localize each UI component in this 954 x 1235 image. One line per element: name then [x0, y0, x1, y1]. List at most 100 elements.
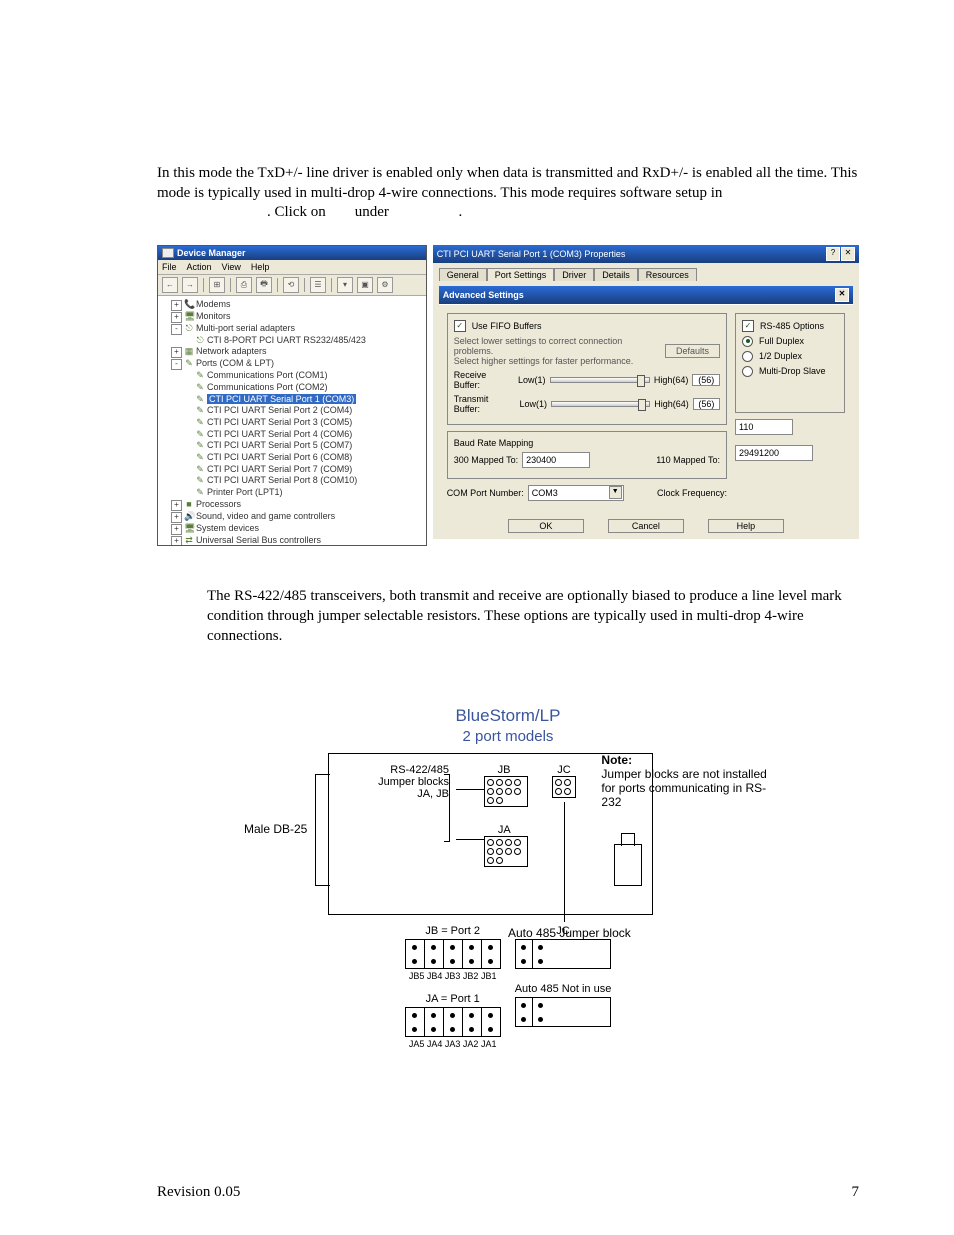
footer-page: 7: [852, 1184, 860, 1201]
tab-port-settings[interactable]: Port Settings: [487, 268, 555, 281]
tree-icon[interactable]: ⊞: [209, 277, 225, 293]
devmgr-menubar[interactable]: File Action View Help: [158, 260, 426, 275]
footer-revision: Revision 0.05: [157, 1184, 240, 1201]
map300-label: 300 Mapped To:: [454, 455, 518, 465]
props-body: General Port Settings Driver Details Res…: [433, 263, 859, 539]
tree-item[interactable]: ✎CTI PCI UART Serial Port 8 (COM10): [161, 475, 423, 487]
fifo-desc1: Select lower settings to correct connect…: [454, 336, 623, 356]
jb-label: JB: [498, 764, 511, 776]
print-icon[interactable]: 🖶: [256, 277, 272, 293]
tab-details[interactable]: Details: [594, 268, 638, 281]
jb-block: [484, 776, 528, 807]
clock-freq-label: Clock Frequency:: [657, 488, 727, 498]
clock-freq-input[interactable]: 29491200: [735, 445, 813, 461]
rs-jumper-label: RS-422/485 Jumper blocks JA, JB: [359, 764, 449, 800]
tree-item[interactable]: ⎋CTI 8-PORT PCI UART RS232/485/423: [161, 335, 423, 347]
multi-drop-slave-label: Multi-Drop Slave: [759, 366, 826, 376]
tree-item[interactable]: ✎CTI PCI UART Serial Port 5 (COM7): [161, 440, 423, 452]
use-fifo-label: Use FIFO Buffers: [472, 321, 542, 331]
menu-help[interactable]: Help: [251, 262, 270, 272]
tree-item[interactable]: +📞Modems: [161, 299, 423, 311]
receive-buffer-label: Receive Buffer:: [454, 370, 514, 390]
transmit-buffer-label: Transmit Buffer:: [454, 394, 516, 414]
receive-slider[interactable]: [550, 377, 650, 383]
advanced-titlebar: Advanced Settings ✕: [439, 286, 853, 304]
tx-low-label: Low(1): [519, 399, 547, 409]
use-fifo-checkbox[interactable]: ✓: [454, 320, 466, 332]
adv-close-icon[interactable]: ✕: [835, 288, 849, 302]
paragraph-mode: In this mode the TxD+/- line driver is e…: [157, 163, 859, 204]
scan-icon[interactable]: ☰: [310, 277, 326, 293]
tree-item[interactable]: +⇄Universal Serial Bus controllers: [161, 535, 423, 545]
tree-item[interactable]: ✎Printer Port (LPT1): [161, 487, 423, 499]
tree-item[interactable]: -⎋Multi-port serial adapters: [161, 323, 423, 335]
tb-icon-c[interactable]: ⚙: [377, 277, 393, 293]
rx-low-label: Low(1): [518, 375, 546, 385]
props-tabs[interactable]: General Port Settings Driver Details Res…: [439, 267, 853, 280]
full-duplex-radio[interactable]: [742, 336, 753, 347]
half-duplex-radio[interactable]: [742, 351, 753, 362]
tree-item[interactable]: +🔊Sound, video and game controllers: [161, 511, 423, 523]
tab-resources[interactable]: Resources: [638, 268, 697, 281]
tab-general[interactable]: General: [439, 268, 487, 281]
tb-icon-a[interactable]: ▾: [337, 277, 353, 293]
devmgr-toolbar: ← → ⊞ ⎙ 🖶 ⟲ ☰ ▾ ▣ ⚙: [158, 275, 426, 296]
transmit-slider[interactable]: [551, 401, 650, 407]
com-number-label: COM Port Number:: [447, 488, 524, 498]
baud-group-label: Baud Rate Mapping: [454, 438, 720, 448]
tree-item[interactable]: +🖥System devices: [161, 523, 423, 535]
full-duplex-label: Full Duplex: [759, 336, 804, 346]
tree-item[interactable]: ✎CTI PCI UART Serial Port 2 (COM4): [161, 405, 423, 417]
rs485-group-label: RS-485 Options: [760, 321, 824, 331]
ja-label: JA: [498, 824, 510, 836]
tree-item[interactable]: ✎CTI PCI UART Serial Port 7 (COM9): [161, 464, 423, 476]
help-button[interactable]: Help: [708, 519, 784, 533]
tab-driver[interactable]: Driver: [554, 268, 594, 281]
tree-item[interactable]: ✎Communications Port (COM1): [161, 370, 423, 382]
device-tree[interactable]: +📞Modems+🖥Monitors-⎋Multi-port serial ad…: [158, 296, 426, 545]
menu-action[interactable]: Action: [187, 262, 212, 272]
menu-view[interactable]: View: [222, 262, 241, 272]
tree-item[interactable]: +▦Network adapters: [161, 346, 423, 358]
tree-item[interactable]: ✎CTI PCI UART Serial Port 1 (COM3): [161, 394, 423, 406]
tree-item[interactable]: ✎CTI PCI UART Serial Port 4 (COM6): [161, 429, 423, 441]
rs485-options-checkbox[interactable]: ✓: [742, 320, 754, 332]
multi-drop-slave-radio[interactable]: [742, 366, 753, 377]
close-icon[interactable]: ✕: [841, 247, 855, 261]
db25-connector: [315, 774, 330, 886]
devmgr-icon: [162, 248, 174, 258]
jb-port2-group: JB = Port 2 JB5 JB4 JB3 JB2 JB1 JA = Por…: [405, 925, 501, 1049]
pcb-outline: Male DB-25 RS-422/485 Jumper blocks JA, …: [328, 753, 653, 915]
com-number-select[interactable]: COM3▼: [528, 485, 624, 501]
half-duplex-label: 1/2 Duplex: [759, 351, 802, 361]
device-manager-window: Device Manager File Action View Help ← →…: [157, 245, 427, 546]
advanced-body: ✓ Use FIFO Buffers Select lower settings…: [439, 304, 853, 513]
forward-button[interactable]: →: [182, 277, 198, 293]
help-button-icon[interactable]: ?: [826, 247, 840, 261]
tree-item[interactable]: +🖥Monitors: [161, 311, 423, 323]
screenshots-row: Device Manager File Action View Help ← →…: [157, 245, 859, 546]
refresh-icon[interactable]: ⟲: [283, 277, 299, 293]
tree-item[interactable]: ✎Communications Port (COM2): [161, 382, 423, 394]
edge-connector: [614, 844, 642, 886]
tb-icon-b[interactable]: ▣: [357, 277, 373, 293]
properties-icon[interactable]: ⎙: [236, 277, 252, 293]
ok-button[interactable]: OK: [508, 519, 584, 533]
menu-file[interactable]: File: [162, 262, 177, 272]
props-titlebar: CTI PCI UART Serial Port 1 (COM3) Proper…: [433, 245, 859, 263]
devmgr-titlebar: Device Manager: [158, 246, 426, 260]
click-instruction: . Click on under .: [157, 204, 859, 221]
tree-item[interactable]: ✎CTI PCI UART Serial Port 6 (COM8): [161, 452, 423, 464]
defaults-button[interactable]: Defaults: [665, 344, 720, 358]
cancel-button[interactable]: Cancel: [608, 519, 684, 533]
properties-window: CTI PCI UART Serial Port 1 (COM3) Proper…: [433, 245, 859, 546]
tree-item[interactable]: ✎CTI PCI UART Serial Port 3 (COM5): [161, 417, 423, 429]
map110-input[interactable]: 110: [735, 419, 793, 435]
fifo-desc2: Select higher settings for faster perfor…: [454, 356, 634, 366]
diagram-subtitle: 2 port models: [248, 728, 768, 745]
map300-input[interactable]: 230400: [522, 452, 590, 468]
tree-item[interactable]: +■Processors: [161, 499, 423, 511]
back-button[interactable]: ←: [162, 277, 178, 293]
tx-value: (56): [693, 398, 720, 410]
tree-item[interactable]: -✎Ports (COM & LPT): [161, 358, 423, 370]
